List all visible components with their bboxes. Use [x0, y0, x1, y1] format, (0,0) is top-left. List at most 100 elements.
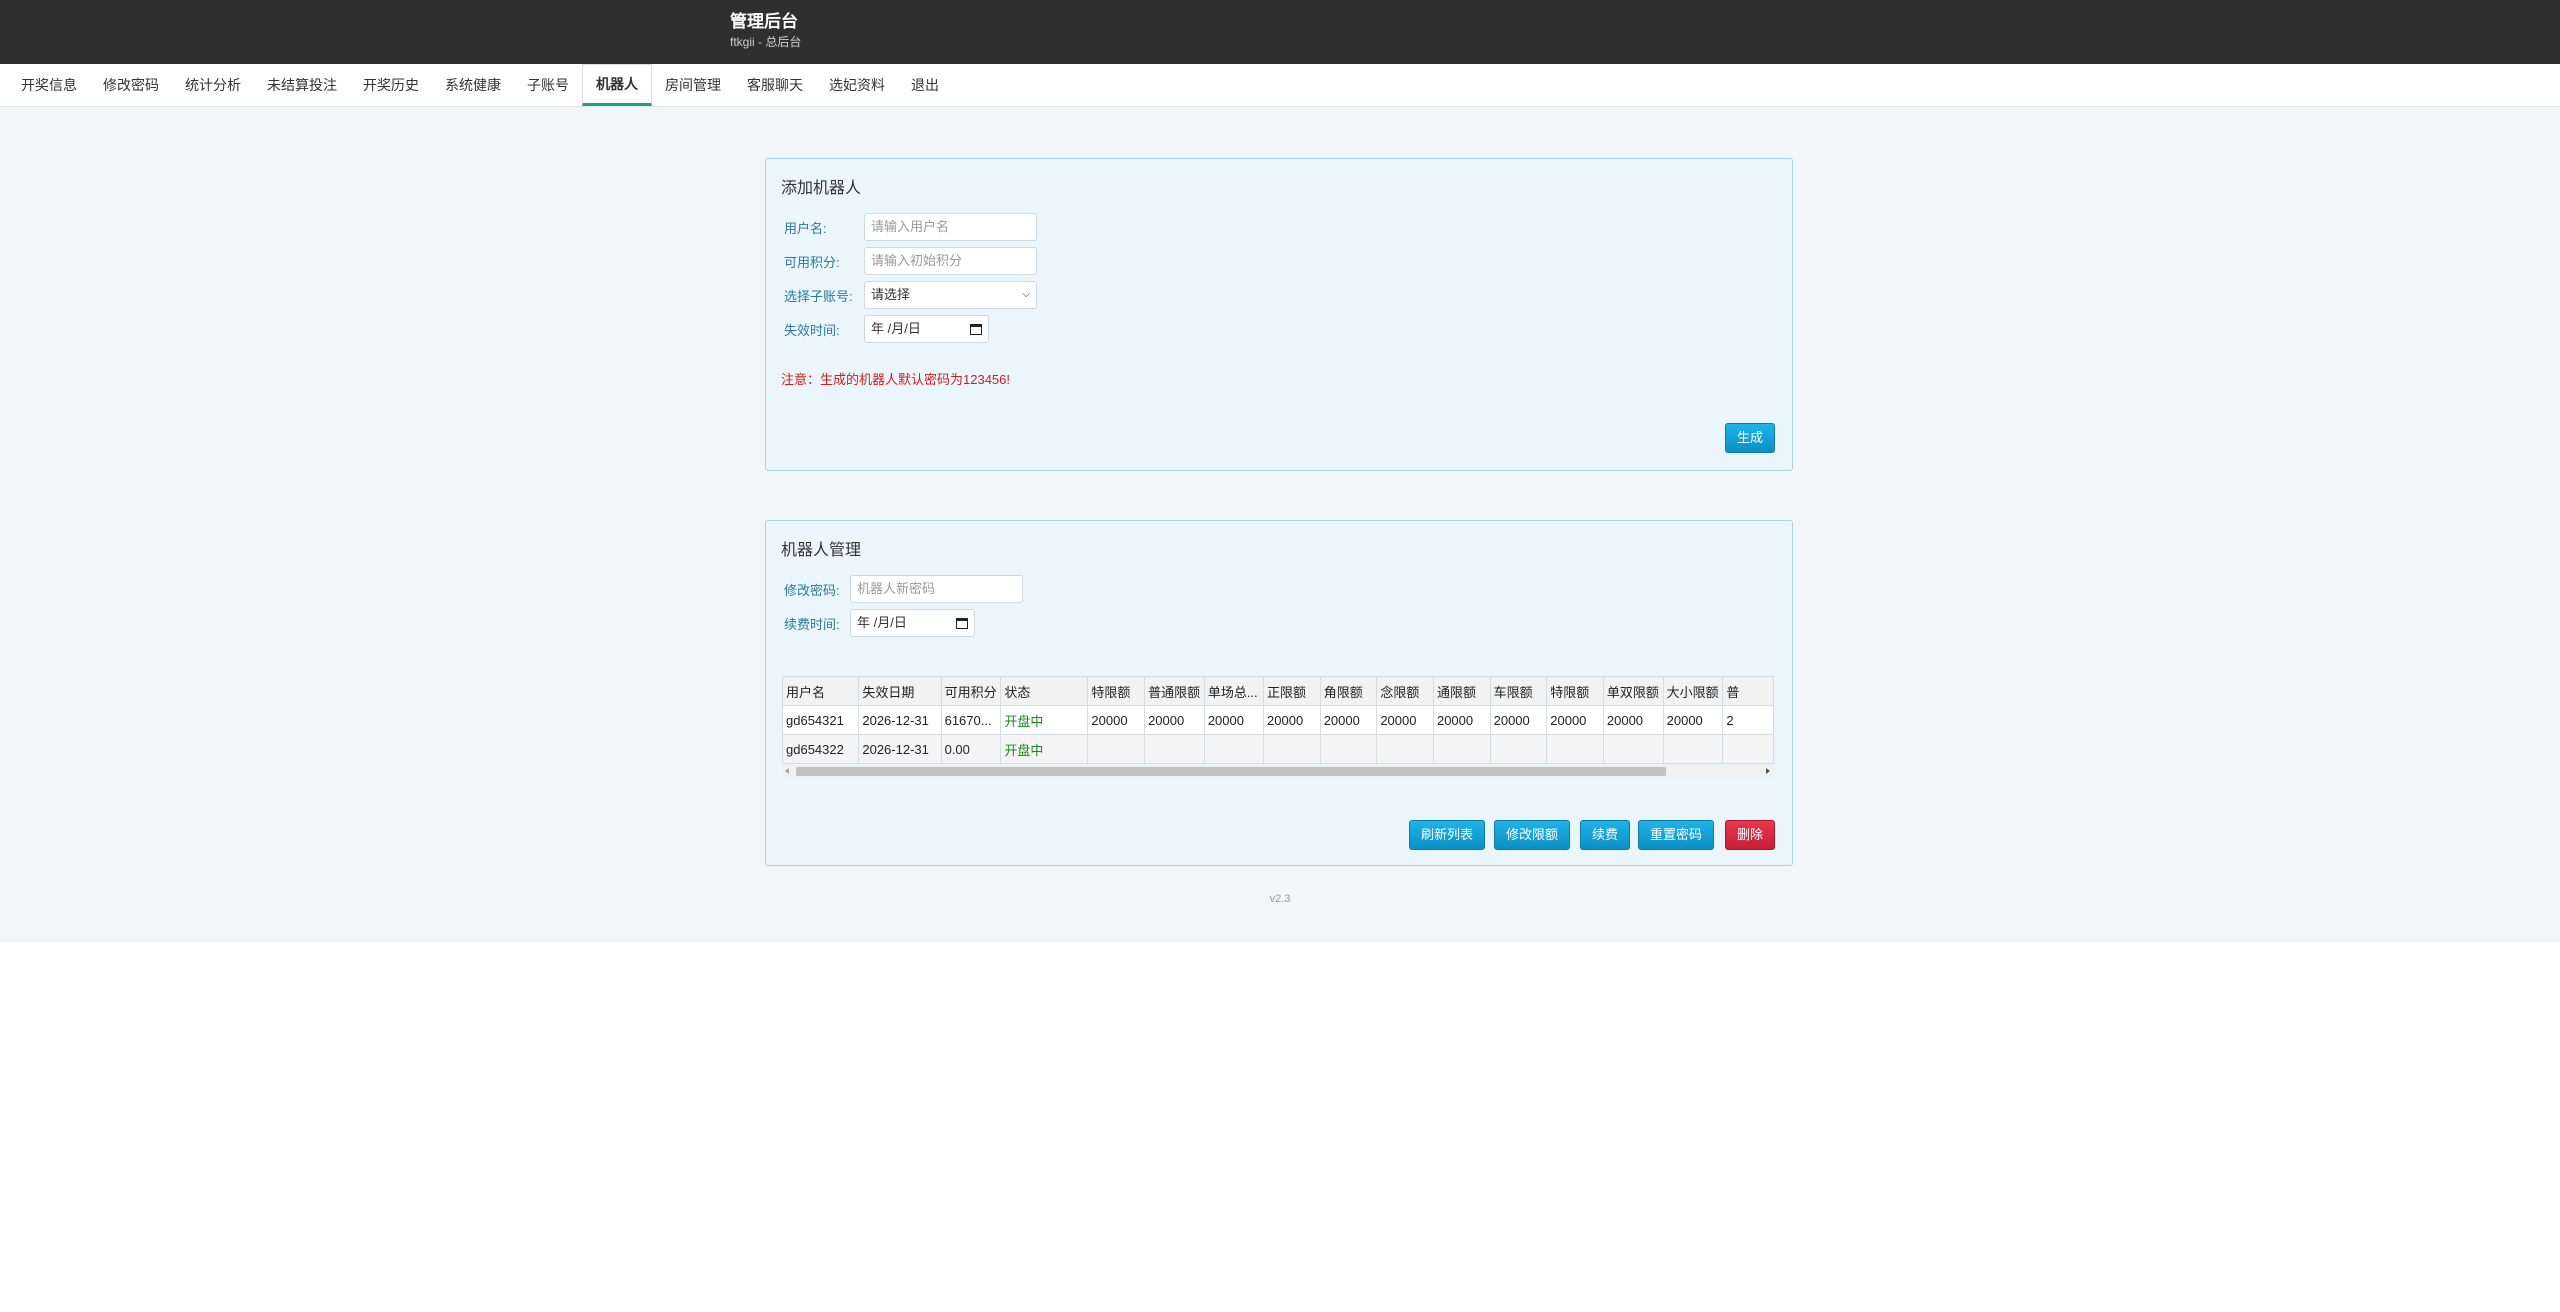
subaccount-selected: 请选择: [871, 287, 911, 302]
calendar-icon[interactable]: [956, 617, 968, 629]
table-cell: [1144, 734, 1205, 764]
chevron-down-icon: ⌵: [1022, 289, 1030, 300]
column-header[interactable]: 普: [1722, 676, 1774, 706]
status-cell: 开盘中: [1000, 734, 1089, 764]
scrollbar-thumb[interactable]: [796, 767, 1666, 776]
edit-limit-button[interactable]: 修改限额: [1494, 820, 1571, 850]
table-cell: gd654321: [782, 705, 860, 735]
renew-label: 续费时间:: [784, 616, 840, 632]
account-subtitle: ftkgii - 总后台: [730, 35, 802, 49]
column-header[interactable]: 单双限额: [1602, 676, 1664, 706]
password-label: 修改密码:: [784, 582, 840, 598]
table-cell: [1602, 734, 1664, 764]
main-content: 添加机器人 用户名: 请输入用户名 可用积分: 请输入初始积分 选择子账号: 请…: [0, 107, 2560, 942]
reset-password-button[interactable]: 重置密码: [1638, 820, 1715, 850]
column-header[interactable]: 角限额: [1319, 676, 1378, 706]
add-robot-panel: 添加机器人 用户名: 请输入用户名 可用积分: 请输入初始积分 选择子账号: 请…: [765, 158, 1793, 471]
subaccount-row: 选择子账号: 请选择 ⌵: [784, 281, 1037, 309]
expire-date-input[interactable]: 年 /月/日: [864, 315, 989, 343]
column-header[interactable]: 念限额: [1376, 676, 1434, 706]
table-cell: 2: [1722, 705, 1774, 735]
nav-tab-8[interactable]: 房间管理: [652, 64, 734, 106]
column-header[interactable]: 车限额: [1489, 676, 1548, 706]
column-header[interactable]: 正限额: [1263, 676, 1321, 706]
table-cell: 20000: [1602, 705, 1664, 735]
table-cell: 20000: [1263, 705, 1321, 735]
column-header[interactable]: 可用积分: [940, 676, 1002, 706]
robot-manage-panel: 机器人管理 修改密码: 机器人新密码 续费时间: 年 /月/日 用户名 失效日期可…: [765, 520, 1793, 866]
scroll-left-icon[interactable]: [785, 768, 789, 774]
expire-row: 失效时间: 年 /月/日: [784, 315, 989, 343]
generate-button[interactable]: 生成: [1725, 423, 1776, 453]
username-row: 用户名: 请输入用户名: [784, 213, 1037, 241]
table-cell: 61670...: [940, 705, 1002, 735]
subaccount-label: 选择子账号:: [784, 288, 853, 304]
add-robot-title: 添加机器人: [781, 180, 862, 197]
table-cell: [1203, 734, 1265, 764]
column-header[interactable]: 特限额: [1546, 676, 1604, 706]
horizontal-scrollbar[interactable]: [782, 765, 1774, 778]
column-header[interactable]: 普通限额: [1144, 676, 1205, 706]
default-password-notice: 注意：生成的机器人默认密码为123456!: [781, 372, 1010, 387]
column-header[interactable]: 失效日期: [858, 676, 942, 706]
table-cell: [1087, 734, 1146, 764]
nav-tab-11[interactable]: 退出: [898, 64, 952, 106]
table-cell: 20000: [1203, 705, 1265, 735]
nav-tab-4[interactable]: 开奖历史: [350, 64, 432, 106]
column-header[interactable]: 通限额: [1432, 676, 1491, 706]
table-cell: 20000: [1319, 705, 1378, 735]
robot-manage-title: 机器人管理: [781, 542, 862, 559]
table-row[interactable]: gd654322 2026-12-31 0.00 开盘中: [782, 734, 1774, 764]
password-row: 修改密码: 机器人新密码: [784, 575, 1023, 603]
scroll-right-icon[interactable]: [1766, 768, 1770, 774]
column-header[interactable]: 特限额: [1087, 676, 1146, 706]
top-header: 管理后台 ftkgii - 总后台: [0, 0, 2560, 64]
table-cell: 20000: [1489, 705, 1548, 735]
nav-tab-1[interactable]: 修改密码: [90, 64, 172, 106]
table-cell: 2026-12-31: [858, 734, 942, 764]
nav-tab-7[interactable]: 机器人: [582, 64, 652, 106]
delete-button[interactable]: 删除: [1725, 820, 1776, 850]
table-cell: [1432, 734, 1491, 764]
column-header[interactable]: 大小限额: [1662, 676, 1724, 706]
nav-tab-9[interactable]: 客服聊天: [734, 64, 816, 106]
brand: 管理后台 ftkgii - 总后台: [730, 12, 801, 50]
table-cell: 20000: [1144, 705, 1205, 735]
refresh-list-button[interactable]: 刷新列表: [1409, 820, 1486, 850]
column-header[interactable]: 单场总...: [1203, 676, 1265, 706]
table-cell: [1662, 734, 1724, 764]
table-cell: [1546, 734, 1604, 764]
username-label: 用户名:: [784, 220, 827, 236]
nav-tab-5[interactable]: 系统健康: [432, 64, 514, 106]
table-cell: 20000: [1432, 705, 1491, 735]
username-input[interactable]: 请输入用户名: [864, 213, 1037, 241]
table-cell: [1376, 734, 1434, 764]
table-cell: 20000: [1087, 705, 1146, 735]
column-header[interactable]: 用户名: [782, 676, 860, 706]
nav-tab-6[interactable]: 子账号: [514, 64, 582, 106]
new-password-input[interactable]: 机器人新密码: [850, 575, 1023, 603]
table-cell: 20000: [1662, 705, 1724, 735]
table-cell: 20000: [1376, 705, 1434, 735]
renew-date-input[interactable]: 年 /月/日: [850, 609, 975, 637]
subaccount-select[interactable]: 请选择 ⌵: [864, 281, 1037, 309]
nav-tab-3[interactable]: 未结算投注: [254, 64, 350, 106]
version-label: v2.3: [1269, 893, 1291, 905]
robot-table-container: 用户名 失效日期 可用积分 状态 特限额 普通限额 单场总... 正限额 角限额 念限额 通限额 车限…: [782, 676, 1774, 776]
nav-tab-2[interactable]: 统计分析: [172, 64, 254, 106]
expire-label: 失效时间:: [784, 322, 840, 338]
points-row: 可用积分: 请输入初始积分: [784, 247, 1037, 275]
points-input[interactable]: 请输入初始积分: [864, 247, 1037, 275]
column-header[interactable]: 状态: [1000, 676, 1089, 706]
nav-tab-0[interactable]: 开奖信息: [8, 64, 90, 106]
table-cell: gd654322: [782, 734, 860, 764]
calendar-icon[interactable]: [970, 323, 982, 335]
table-cell: [1489, 734, 1548, 764]
renew-date-value: 年 /月/日: [857, 615, 907, 630]
main-nav: 开奖信息 修改密码 统计分析 未结算投注 开奖历史 系统健康 子账号 机器人 房间管理 客服聊天选…: [0, 64, 2560, 107]
renew-row: 续费时间: 年 /月/日: [784, 609, 975, 637]
table-row[interactable]: gd654321 2026-12-31 61670... 开盘中 20000 20000 2…: [782, 705, 1774, 735]
renew-button[interactable]: 续费: [1580, 820, 1631, 850]
table-cell: 20000: [1546, 705, 1604, 735]
nav-tab-10[interactable]: 选妃资料: [816, 64, 898, 106]
